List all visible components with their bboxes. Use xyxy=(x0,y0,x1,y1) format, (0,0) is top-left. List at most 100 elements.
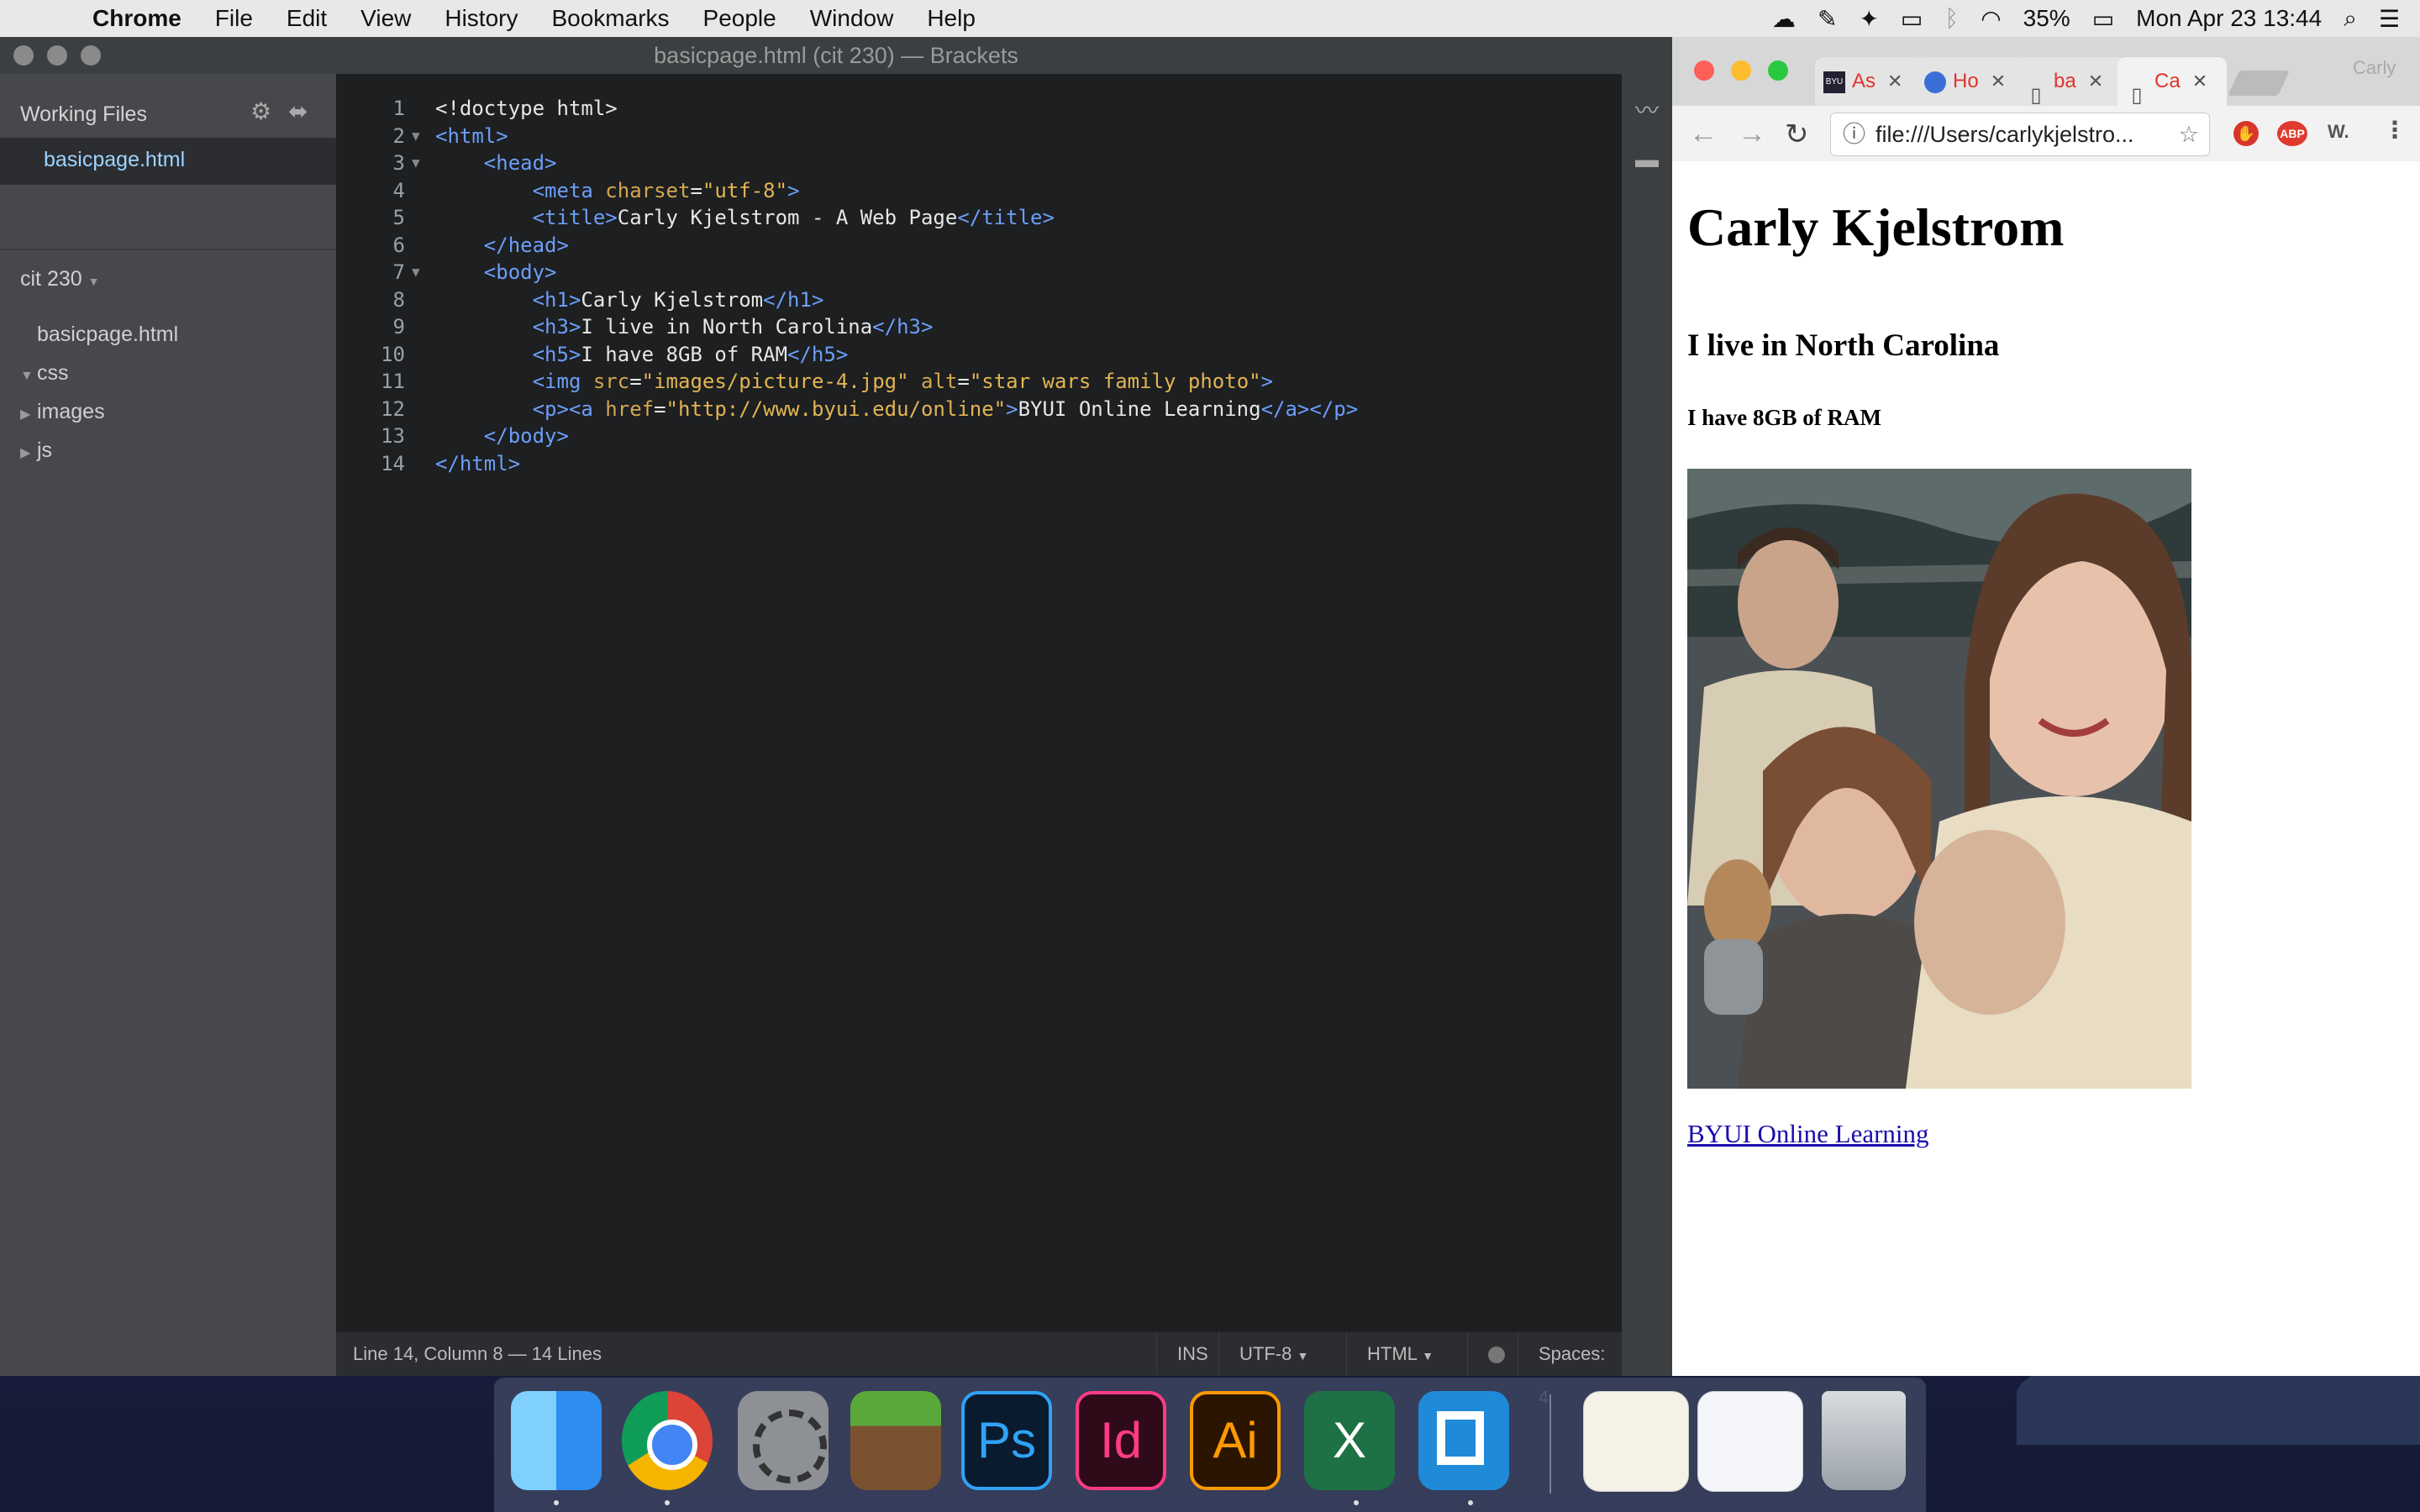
excel-icon[interactable]: X xyxy=(1304,1391,1395,1490)
browser-tab[interactable]: ▯ ba ✕ xyxy=(2017,57,2126,107)
battery-percent[interactable]: 35% xyxy=(2023,5,2070,32)
language-label: HTML xyxy=(1367,1343,1418,1364)
working-files-label: Working Files xyxy=(20,102,147,126)
spotlight-search-icon[interactable]: ⌕ xyxy=(2344,5,2357,33)
code-text: <h3>I live in North Carolina</h3> xyxy=(532,315,934,339)
chrome-menu-icon[interactable]: ⋮ xyxy=(2383,116,2407,144)
address-bar[interactable]: ⓘ file:///Users/carlykjelstro... ☆ xyxy=(1830,113,2210,156)
gear-icon[interactable]: ⚙ xyxy=(250,97,271,125)
menu-bookmarks[interactable]: Bookmarks xyxy=(551,5,669,32)
fold-toggle-icon[interactable]: ▼ xyxy=(412,123,420,149)
menu-history[interactable]: History xyxy=(445,5,518,32)
profile-name[interactable]: Carly xyxy=(2353,57,2396,79)
system-preferences-icon[interactable] xyxy=(738,1391,829,1490)
bookmark-star-icon[interactable]: ☆ xyxy=(2179,113,2199,155)
new-tab-button[interactable] xyxy=(2228,71,2290,96)
close-tab-icon[interactable]: ✕ xyxy=(2088,71,2103,92)
close-window-button[interactable] xyxy=(1694,60,1714,81)
code-text: </html> xyxy=(435,451,521,475)
insert-mode-toggle[interactable]: INS xyxy=(1156,1332,1228,1376)
indent-spaces[interactable]: Spaces: 4 xyxy=(1518,1332,1626,1408)
browser-tab[interactable]: Ho ✕ xyxy=(1916,57,2025,106)
battery-icon[interactable]: ▭ xyxy=(2092,5,2114,33)
folder-expanded-icon[interactable]: ▼ xyxy=(20,369,37,384)
family-photo xyxy=(1687,469,2191,1089)
split-view-icon[interactable]: ⬌ xyxy=(288,97,308,125)
working-file-item[interactable]: basicpage.html xyxy=(0,138,336,185)
close-tab-icon[interactable]: ✕ xyxy=(2192,71,2207,92)
reload-icon[interactable]: ↻ xyxy=(1785,118,1809,151)
minimize-window-button[interactable] xyxy=(1731,60,1751,81)
finder-icon[interactable] xyxy=(511,1391,602,1490)
menu-view[interactable]: View xyxy=(360,5,411,32)
dropbox-icon[interactable]: ✦ xyxy=(1859,5,1878,33)
line-number: 10 xyxy=(381,342,405,366)
line-number: 5 xyxy=(392,206,405,229)
folder-collapsed-icon[interactable]: ▶ xyxy=(20,406,37,423)
byui-online-link[interactable]: BYUI Online Learning xyxy=(1687,1119,1929,1149)
evernote-icon[interactable]: ✎ xyxy=(1818,5,1837,33)
menu-people[interactable]: People xyxy=(703,5,776,32)
file-tree-item[interactable]: basicpage.html xyxy=(20,323,178,347)
photoshop-icon[interactable]: Ps xyxy=(961,1391,1052,1490)
minecraft-icon[interactable] xyxy=(850,1391,941,1490)
back-arrow-icon[interactable]: ← xyxy=(1689,118,1718,150)
ublock-icon[interactable]: ✋ xyxy=(2233,121,2259,146)
adblock-plus-icon[interactable]: ABP xyxy=(2277,121,2307,146)
browser-tab[interactable]: BYU As ✕ xyxy=(1815,57,1924,106)
linter-status[interactable] xyxy=(1467,1332,1525,1376)
indesign-icon[interactable]: Id xyxy=(1076,1391,1166,1490)
line-number: 3 xyxy=(392,151,405,175)
extension-manager-icon[interactable]: ▬ xyxy=(1630,146,1664,172)
encoding-select[interactable]: UTF-8 ▼ xyxy=(1218,1332,1328,1376)
brackets-statusbar: Line 14, Column 8 — 14 Lines INS UTF-8 ▼… xyxy=(336,1332,1622,1408)
folder-tree-item[interactable]: ▶ js xyxy=(20,438,52,463)
running-indicator xyxy=(665,1500,670,1505)
folder-tree-item[interactable]: ▶ images xyxy=(20,400,105,424)
chrome-icon[interactable] xyxy=(622,1391,713,1490)
menu-app-name[interactable]: Chrome xyxy=(92,5,182,32)
fold-toggle-icon[interactable]: ▼ xyxy=(412,150,420,176)
menubar-clock[interactable]: Mon Apr 23 13:44 xyxy=(2136,5,2322,32)
close-window-button[interactable] xyxy=(13,45,34,66)
menu-window[interactable]: Window xyxy=(810,5,894,32)
live-preview-icon[interactable]: 〰 xyxy=(1630,92,1664,123)
illustrator-icon[interactable]: Ai xyxy=(1190,1391,1281,1490)
browser-tab-active[interactable]: ▯ Ca ✕ xyxy=(2118,57,2227,107)
code-text: <html> xyxy=(435,123,508,148)
folder-collapsed-icon[interactable]: ▶ xyxy=(20,444,37,461)
forward-arrow-icon[interactable]: → xyxy=(1738,118,1766,150)
creative-cloud-icon[interactable]: ☁ xyxy=(1772,5,1796,33)
menu-file[interactable]: File xyxy=(215,5,253,32)
site-info-icon[interactable]: ⓘ xyxy=(1843,113,1865,155)
tab-title: Ho xyxy=(1953,70,1979,92)
zoom-window-button[interactable] xyxy=(1768,60,1788,81)
tab-title: As xyxy=(1852,70,1876,92)
airplay-icon[interactable]: ▭ xyxy=(1901,5,1923,33)
page-heading: Carly Kjelstrom xyxy=(1687,197,2065,257)
notification-center-icon[interactable]: ☰ xyxy=(2379,5,2400,33)
code-text: <p><a href="http://www.byui.edu/online">… xyxy=(532,396,1359,421)
trash-icon[interactable] xyxy=(1822,1391,1906,1490)
project-dropdown[interactable]: cit 230 ▼ xyxy=(20,267,99,291)
fold-toggle-icon[interactable]: ▼ xyxy=(412,260,420,285)
language-select[interactable]: HTML ▼ xyxy=(1346,1332,1454,1376)
minimize-window-button[interactable] xyxy=(47,45,67,66)
close-tab-icon[interactable]: ✕ xyxy=(1991,71,2006,92)
gear-icon xyxy=(753,1410,827,1483)
code-editor[interactable]: 1 <!doctype html> 2 ▼ <html> 3 ▼ <head> 4 <meta… xyxy=(336,74,1622,1334)
folder-tree-item[interactable]: ▼ css xyxy=(20,361,69,386)
menu-edit[interactable]: Edit xyxy=(287,5,327,32)
folder-tree-label: js xyxy=(37,438,53,462)
document-thumbnail[interactable] xyxy=(1697,1391,1803,1492)
close-tab-icon[interactable]: ✕ xyxy=(1887,71,1902,92)
menu-help[interactable]: Help xyxy=(927,5,976,32)
bluetooth-icon[interactable]: ᛒ xyxy=(1944,5,1959,32)
spreadsheet-thumbnail[interactable] xyxy=(1583,1391,1689,1492)
brackets-icon[interactable] xyxy=(1418,1391,1509,1490)
zoom-window-button[interactable] xyxy=(81,45,101,66)
extension-w-icon[interactable]: W. xyxy=(2328,121,2349,143)
wifi-icon[interactable]: ◠ xyxy=(1981,5,2001,33)
dock: Ps Id Ai X xyxy=(494,1378,1926,1512)
cursor-position: Line 14, Column 8 — 14 Lines xyxy=(353,1343,602,1364)
